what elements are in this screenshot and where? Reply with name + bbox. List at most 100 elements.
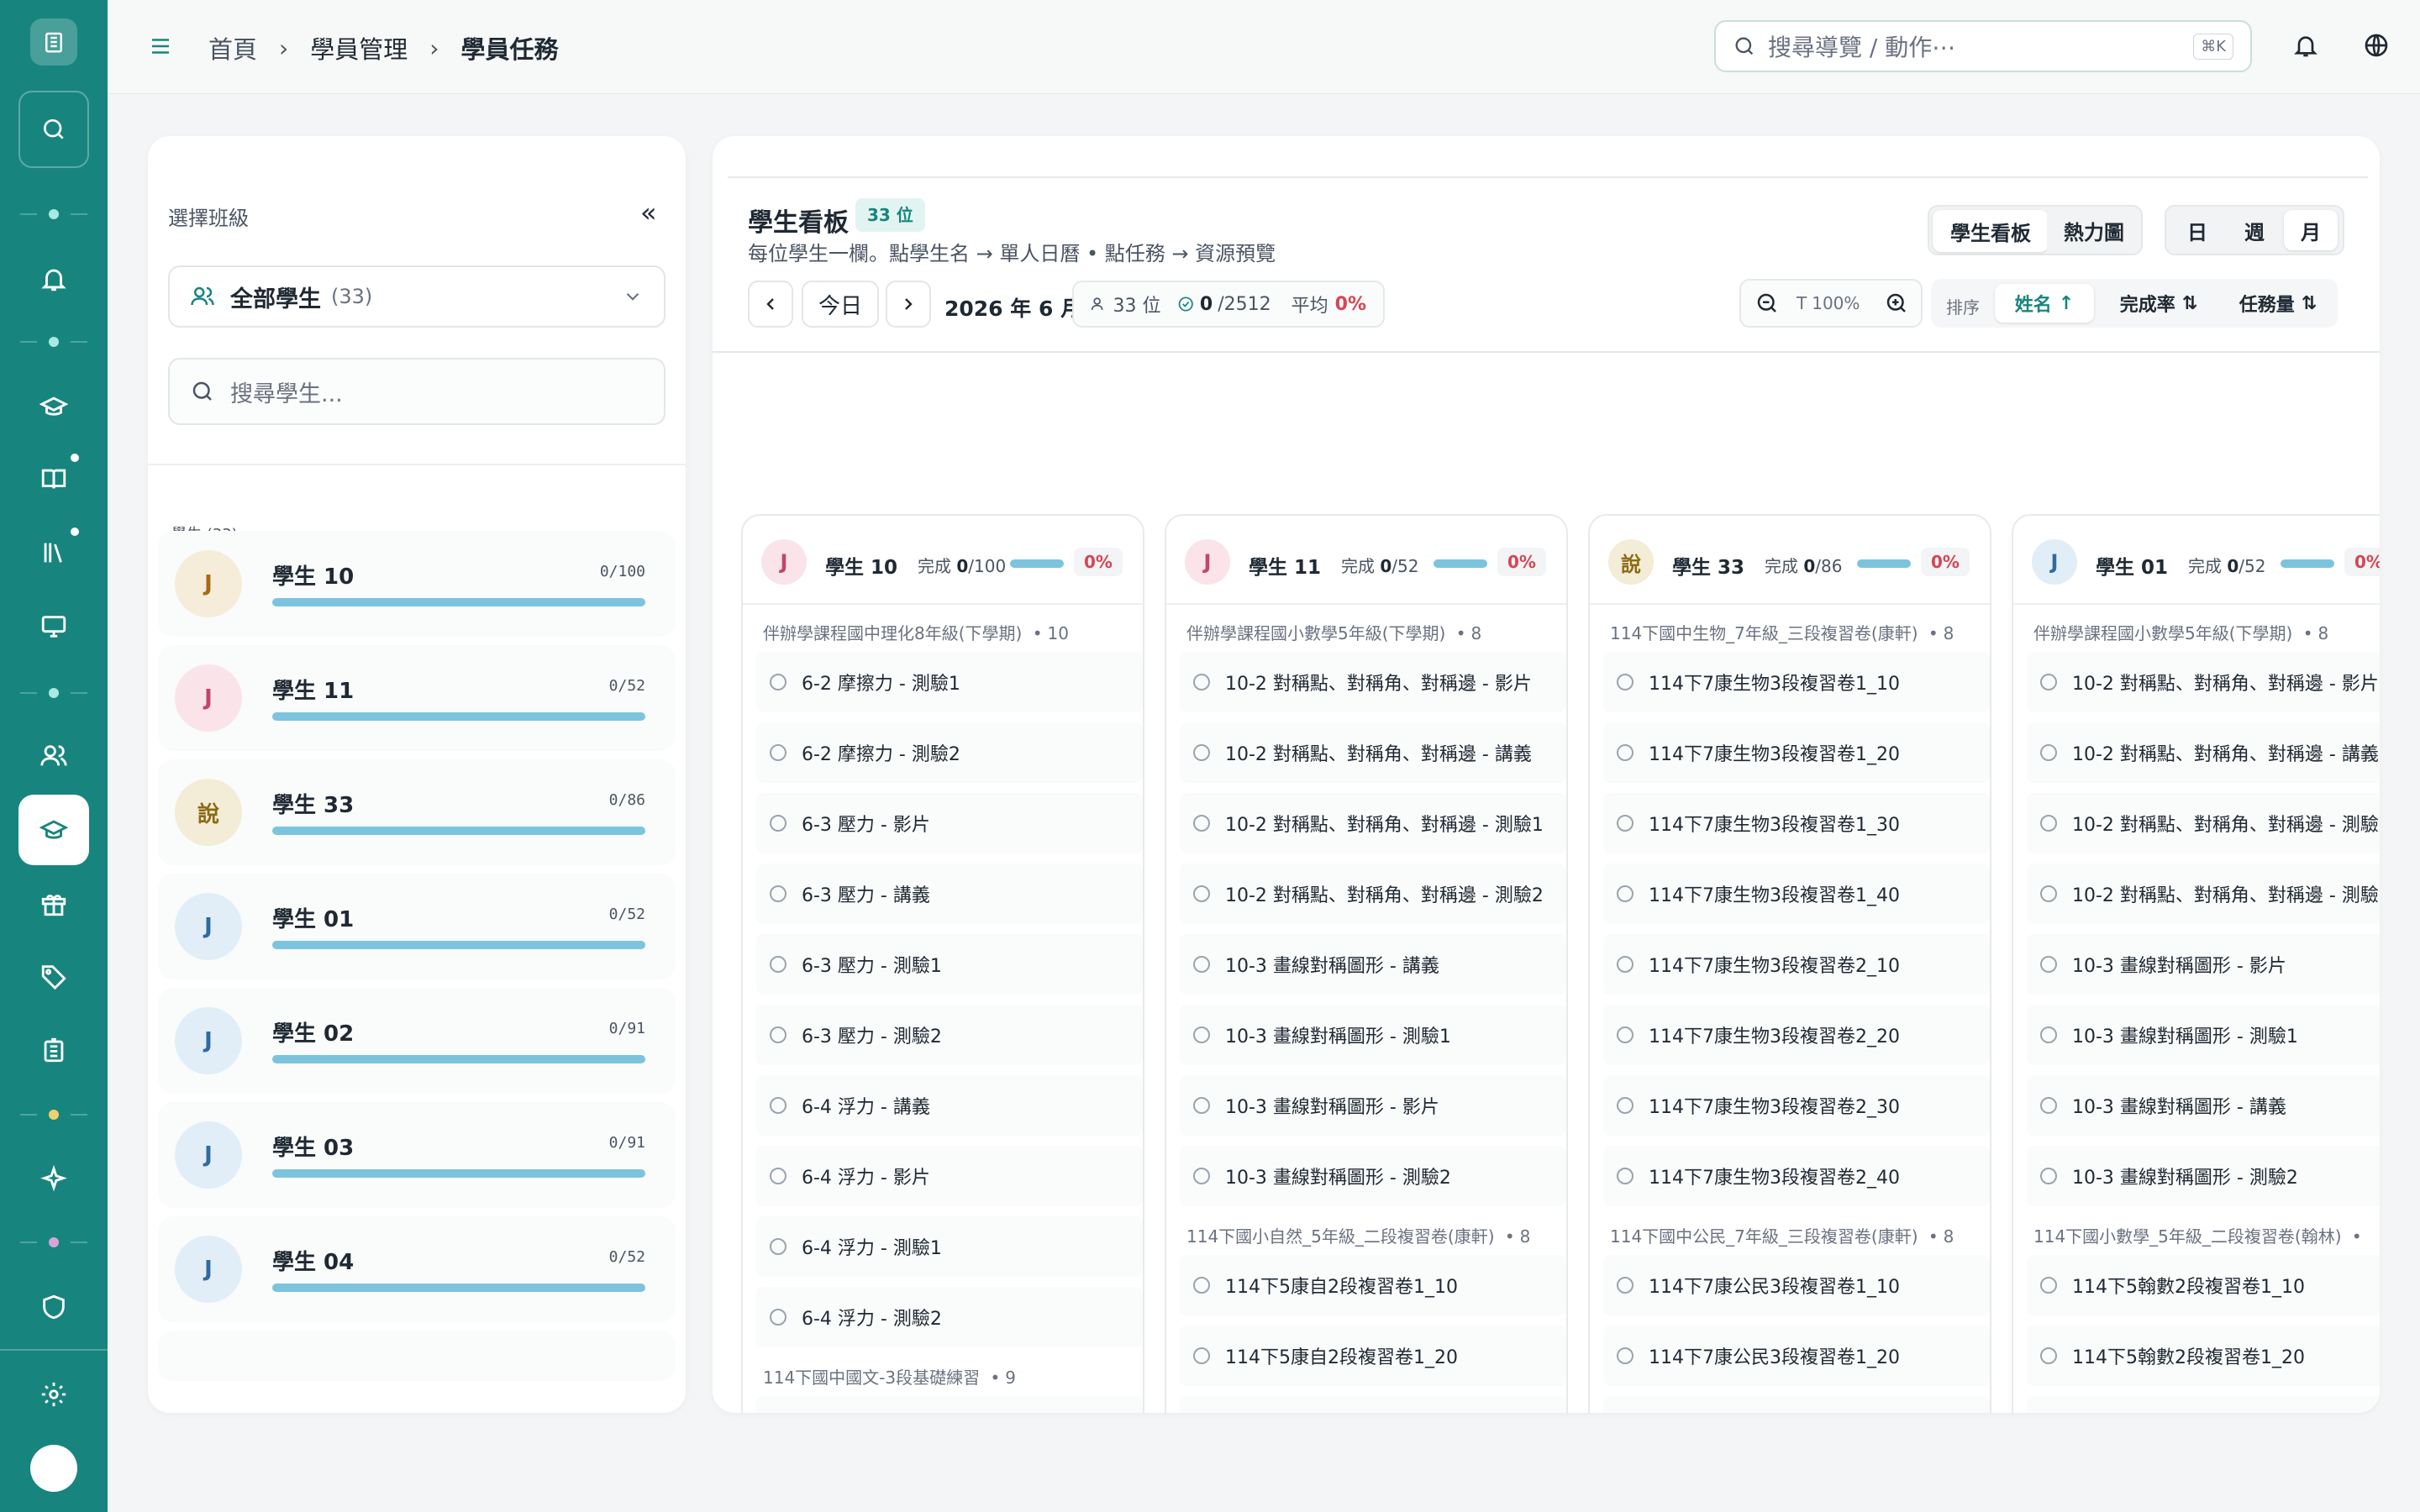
task-checkbox[interactable] <box>770 815 786 832</box>
next-month-button[interactable] <box>886 281 931 328</box>
zoom-in-icon[interactable] <box>1884 291 1909 316</box>
task-checkbox[interactable] <box>1617 885 1634 902</box>
tag-icon[interactable] <box>18 941 89 1011</box>
student-column-header[interactable]: J 學生 01 完成 0/52 0% <box>2013 516 2380 605</box>
task-checkbox[interactable] <box>1617 744 1634 761</box>
student-list-item[interactable]: J 學生 03 0/91 <box>158 1102 676 1208</box>
task-item[interactable]: 6-4 浮力 - 講義 <box>756 1075 1143 1136</box>
global-search-input[interactable]: 搜尋導覽 / 動作⋯ ⌘K <box>1714 20 2252 72</box>
prev-month-button[interactable] <box>748 281 793 328</box>
task-checkbox[interactable] <box>2040 956 2057 973</box>
student-list-item[interactable]: J 學生 01 0/52 <box>158 874 676 979</box>
task-checkbox[interactable] <box>1617 1026 1634 1043</box>
student-list-item[interactable]: J 學生 10 0/100 <box>158 531 676 637</box>
task-item[interactable]: 114下5翰數2段複習卷1_10 <box>2027 1255 2380 1315</box>
bell-icon[interactable] <box>2292 32 2319 59</box>
task-checkbox[interactable] <box>2040 815 2057 832</box>
student-name[interactable]: 學生 33 <box>1672 551 1744 580</box>
student-column-header[interactable]: J 學生 10 完成 0/100 0% <box>743 516 1143 605</box>
task-checkbox[interactable] <box>1193 1347 1210 1364</box>
range-tab-month[interactable]: 月 <box>2284 210 2338 250</box>
range-tab-week[interactable]: 週 <box>2228 210 2281 250</box>
task-checkbox[interactable] <box>2040 885 2057 902</box>
collapse-panel-icon[interactable]: « <box>640 199 657 226</box>
monitor-icon[interactable] <box>18 591 89 662</box>
task-item[interactable]: 114下7康生物3段複習卷2_30 <box>1603 1075 1990 1136</box>
student-search-input[interactable]: 搜尋學生... <box>168 358 666 425</box>
task-checkbox[interactable] <box>770 1168 786 1184</box>
task-item[interactable]: 10-2 對稱點、對稱角、對稱邊 - 講義 <box>2027 722 2380 783</box>
task-checkbox[interactable] <box>1193 744 1210 761</box>
task-item[interactable]: 10-3 畫線對稱圖形 - 測驗2 <box>2027 1146 2380 1206</box>
task-item[interactable]: 114下7康公民3段複習卷1_20 <box>1603 1326 1990 1386</box>
task-checkbox[interactable] <box>770 885 786 902</box>
student-list-item[interactable]: J 學生 11 0/52 <box>158 645 676 751</box>
student-column-header[interactable]: J 學生 11 完成 0/52 0% <box>1166 516 1566 605</box>
task-checkbox[interactable] <box>2040 1347 2057 1364</box>
task-item[interactable]: 10-3 畫線對稱圖形 - 影片 <box>2027 934 2380 995</box>
task-item[interactable]: 114下7康公民3段複習卷1_10 <box>1603 1255 1990 1315</box>
task-item[interactable]: 114下5康自2段複習卷1_20 <box>1180 1326 1566 1386</box>
rail-search-icon[interactable] <box>18 91 89 168</box>
shield-icon[interactable] <box>18 1272 89 1342</box>
task-checkbox[interactable] <box>2040 744 2057 761</box>
breadcrumb-home[interactable]: 首頁 <box>208 30 257 66</box>
task-item[interactable]: 114下5翰數2段複習卷1_20 <box>2027 1326 2380 1386</box>
user-avatar[interactable] <box>30 1445 77 1492</box>
task-checkbox[interactable] <box>770 1309 786 1326</box>
gift-icon[interactable] <box>18 869 89 939</box>
sort-by-name-button[interactable]: 姓名 ↑ <box>1995 284 2094 323</box>
task-item[interactable]: 10-2 對稱點、對稱角、對稱邊 - 測驗2 <box>2027 864 2380 924</box>
globe-icon[interactable] <box>2363 32 2390 59</box>
task-item[interactable]: 10-3 畫線對稱圖形 - 測驗1 <box>1180 1005 1566 1065</box>
task-checkbox[interactable] <box>770 1238 786 1255</box>
task-item[interactable]: 114下5康自2段複習卷1_30 <box>1180 1396 1566 1413</box>
settings-gear-icon[interactable] <box>18 1359 89 1430</box>
task-checkbox[interactable] <box>1617 1347 1634 1364</box>
task-item[interactable]: 10-2 對稱點、對稱角、對稱邊 - 影片 <box>2027 652 2380 712</box>
task-item[interactable]: 114下5康自2段複習卷1_10 <box>1180 1255 1566 1315</box>
task-item[interactable]: 6-4 浮力 - 影片 <box>756 1146 1143 1206</box>
book-icon[interactable] <box>18 444 89 514</box>
task-item[interactable]: 6-3 壓力 - 影片 <box>756 793 1143 853</box>
task-checkbox[interactable] <box>1193 1277 1210 1294</box>
task-checkbox[interactable] <box>2040 1097 2057 1114</box>
app-logo-icon[interactable] <box>18 7 89 77</box>
task-item[interactable]: 國文基礎練習-陋室銘 <box>756 1396 1143 1413</box>
task-item[interactable]: 114下5翰數2段複習卷1_30 <box>2027 1396 2380 1413</box>
task-checkbox[interactable] <box>1617 674 1634 690</box>
task-item[interactable]: 114下7康生物3段複習卷2_20 <box>1603 1005 1990 1065</box>
task-checkbox[interactable] <box>2040 674 2057 690</box>
task-item[interactable]: 114下7康公民3段複習卷1_30 <box>1603 1396 1990 1413</box>
task-checkbox[interactable] <box>1193 1026 1210 1043</box>
task-item[interactable]: 6-4 浮力 - 測驗1 <box>756 1216 1143 1277</box>
task-item[interactable]: 10-3 畫線對稱圖形 - 影片 <box>1180 1075 1566 1136</box>
task-item[interactable]: 114下7康生物3段複習卷2_10 <box>1603 934 1990 995</box>
task-item[interactable]: 6-3 壓力 - 測驗1 <box>756 934 1143 995</box>
class-select[interactable]: 全部學生 (33) <box>168 265 666 328</box>
task-item[interactable]: 10-3 畫線對稱圖形 - 講義 <box>2027 1075 2380 1136</box>
task-item[interactable]: 114下7康生物3段複習卷2_40 <box>1603 1146 1990 1206</box>
task-item[interactable]: 6-2 摩擦力 - 測驗1 <box>756 652 1143 712</box>
task-checkbox[interactable] <box>2040 1026 2057 1043</box>
task-checkbox[interactable] <box>2040 1277 2057 1294</box>
tab-heatmap[interactable]: 熱力圖 <box>2047 205 2143 255</box>
task-item[interactable]: 114下7康生物3段複習卷1_30 <box>1603 793 1990 853</box>
library-icon[interactable] <box>18 517 89 588</box>
graduation-cap-icon[interactable] <box>18 371 89 442</box>
task-checkbox[interactable] <box>1193 674 1210 690</box>
sort-by-completion-button[interactable]: 完成率 ⇅ <box>2104 284 2213 323</box>
task-item[interactable]: 6-3 壓力 - 測驗2 <box>756 1005 1143 1065</box>
building-icon[interactable] <box>18 1015 89 1085</box>
task-checkbox[interactable] <box>770 1026 786 1043</box>
bell-icon[interactable] <box>18 244 89 314</box>
task-item[interactable]: 10-3 畫線對稱圖形 - 測驗2 <box>1180 1146 1566 1206</box>
task-checkbox[interactable] <box>1193 815 1210 832</box>
task-item[interactable]: 10-3 畫線對稱圖形 - 測驗1 <box>2027 1005 2380 1065</box>
zoom-out-icon[interactable] <box>1754 291 1780 316</box>
student-list-item[interactable]: J 學生 04 0/52 <box>158 1216 676 1322</box>
task-item[interactable]: 10-2 對稱點、對稱角、對稱邊 - 講義 <box>1180 722 1566 783</box>
student-tasks-nav-icon[interactable] <box>18 795 89 865</box>
task-item[interactable]: 10-2 對稱點、對稱角、對稱邊 - 測驗2 <box>1180 864 1566 924</box>
task-checkbox[interactable] <box>770 744 786 761</box>
